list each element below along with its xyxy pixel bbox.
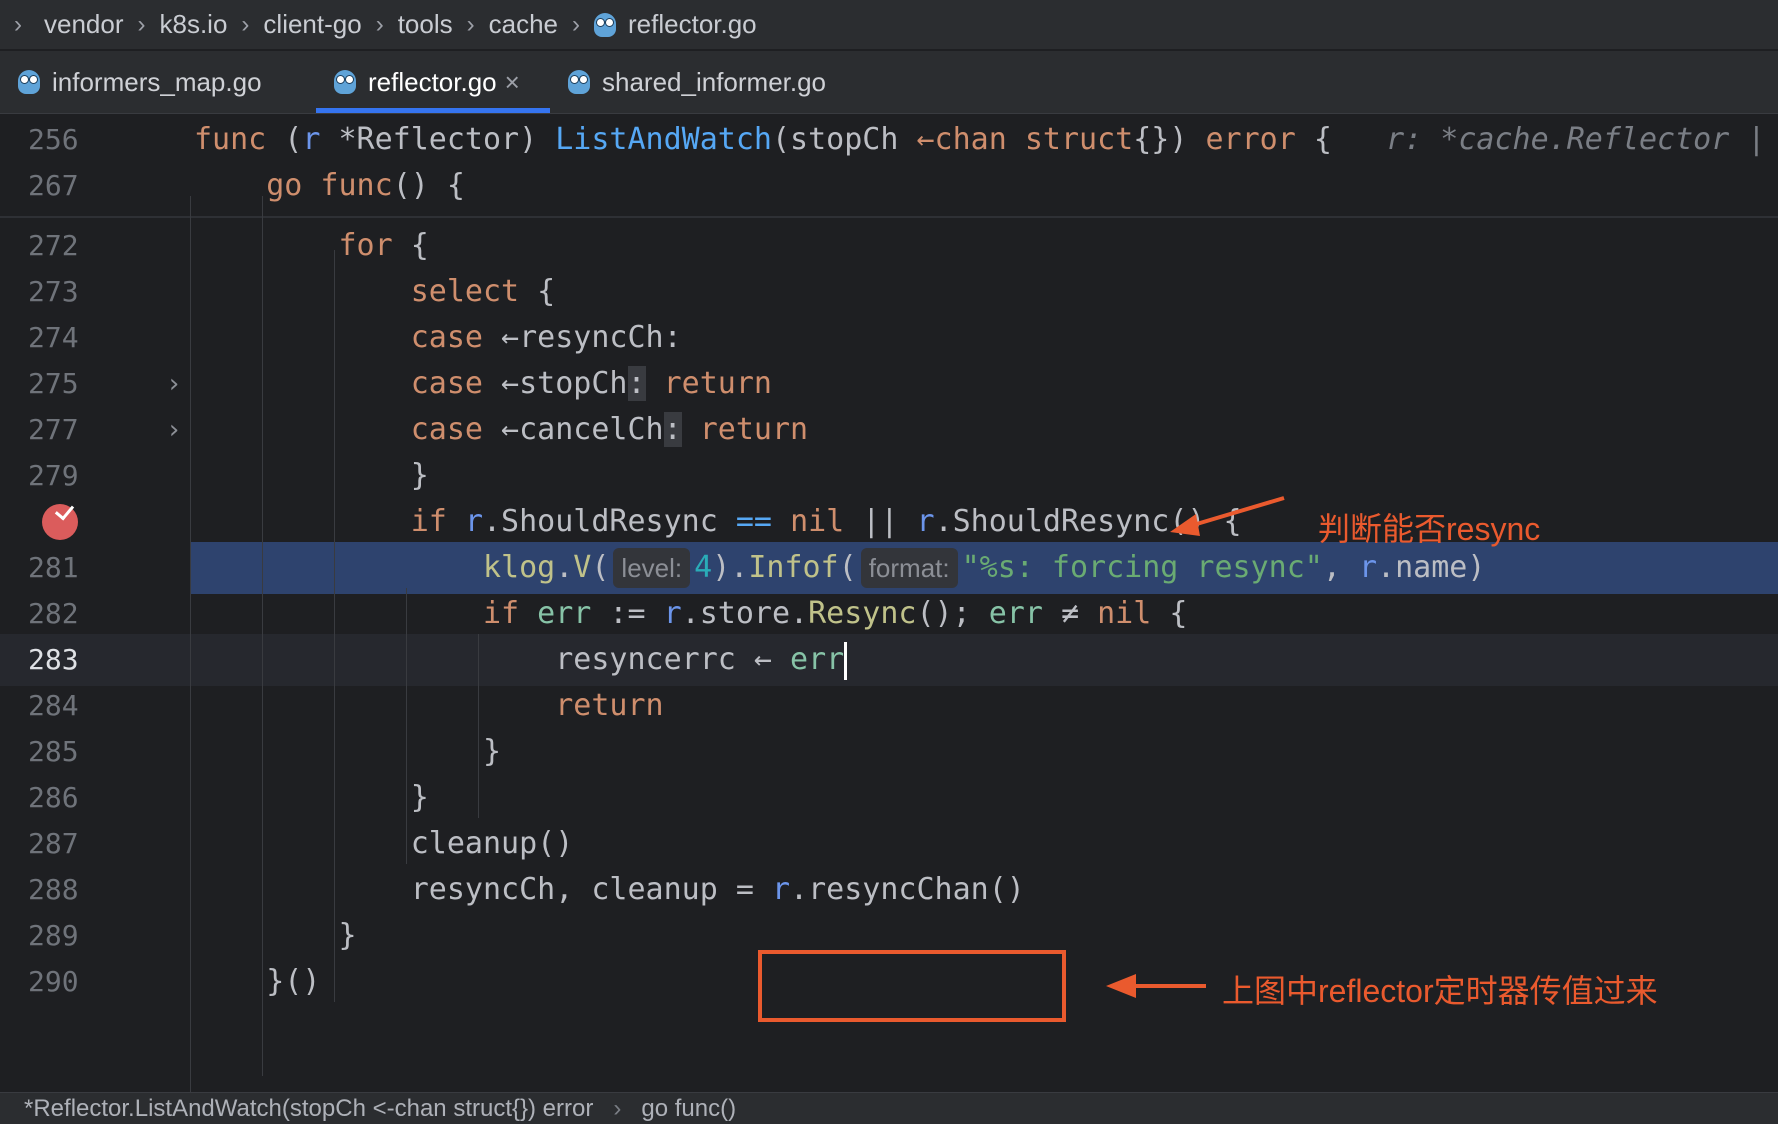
code-text: case ←resyncCh:	[410, 320, 682, 355]
code-line: 282 if err := r.store.Resync(); err ≠ ni…	[0, 588, 1778, 640]
line-number: 277	[28, 413, 79, 446]
go-gopher-icon	[18, 70, 40, 94]
breadcrumb-item-tools[interactable]: tools	[398, 9, 453, 40]
line-number: 286	[28, 781, 79, 814]
chevron-right-icon: ›	[137, 10, 146, 38]
go-gopher-icon	[334, 70, 356, 94]
sticky-line: 256 func (r *Reflector) ListAndWatch(sto…	[0, 114, 1778, 166]
line-number: 283	[28, 643, 79, 676]
chevron-right-icon: ›	[613, 1094, 622, 1122]
code-line: 272 for {	[0, 220, 1778, 272]
sticky-line: 267 go func() {	[0, 160, 1778, 212]
annotation-arrow-bottom	[1106, 974, 1206, 998]
code-text: go func() {	[266, 168, 465, 203]
code-text: func (r *Reflector) ListAndWatch(stopCh …	[194, 122, 1766, 157]
line-number: 275	[28, 367, 79, 400]
breadcrumb-item-file[interactable]: reflector.go	[628, 9, 757, 40]
line-number: 284	[28, 689, 79, 722]
code-text: }	[194, 734, 502, 769]
code-text: }	[194, 458, 429, 493]
breadcrumb-item-cache[interactable]: cache	[489, 9, 558, 40]
go-gopher-icon	[594, 12, 617, 37]
text-caret	[844, 641, 848, 680]
code-line: 277 › case ←cancelCh: return	[0, 404, 1778, 456]
line-number: 282	[28, 597, 79, 630]
code-text: }()	[194, 964, 321, 999]
code-line: 285 }	[0, 726, 1778, 778]
chevron-right-icon: ›	[375, 10, 384, 38]
tab-label: reflector.go	[368, 66, 497, 97]
annotation-top: 判断能否resync	[1318, 511, 1541, 547]
code-line: 286 }	[0, 772, 1778, 824]
code-text: }	[194, 918, 357, 953]
tab-informers-map[interactable]: informers_map.go	[0, 51, 316, 113]
tab-shared-informer[interactable]: shared_informer.go	[550, 51, 880, 113]
tab-label: informers_map.go	[52, 66, 262, 97]
line-number: 289	[28, 919, 79, 952]
tab-reflector[interactable]: reflector.go ×	[316, 51, 550, 113]
code-text: return	[555, 688, 664, 723]
breadcrumb: › vendor › k8s.io › client-go › tools › …	[0, 0, 1778, 50]
breadcrumb-item-k8sio[interactable]: k8s.io	[160, 9, 228, 40]
close-icon[interactable]: ×	[505, 67, 520, 98]
code-line: 274 case ←resyncCh:	[0, 312, 1778, 364]
code-line: 275 › case ←stopCh: return	[0, 358, 1778, 410]
chevron-right-icon: ›	[14, 10, 22, 38]
code-text: cleanup()	[194, 826, 574, 861]
status-scope-inner[interactable]: go func()	[641, 1095, 736, 1123]
line-number: 273	[28, 275, 79, 308]
code-line: 283 resyncerrc ← err	[0, 634, 1778, 686]
line-number: 267	[28, 169, 79, 202]
param-hint: level:	[613, 548, 691, 588]
param-hint: format:	[860, 548, 958, 588]
breadcrumb-item-vendor[interactable]: vendor	[44, 9, 124, 40]
line-number: 290	[28, 965, 79, 998]
annotation-bottom: 上图中reflector定时器传值过来	[1222, 973, 1658, 1009]
type-hint: r: *cache.Reflector |	[1386, 122, 1766, 157]
breakpoint-icon[interactable]	[42, 504, 78, 540]
chevron-right-icon[interactable]: ›	[166, 358, 182, 410]
line-number: 272	[28, 229, 79, 262]
breadcrumb-item-client-go[interactable]: client-go	[263, 9, 361, 40]
sticky-divider	[0, 216, 1778, 218]
code-line: 273 select {	[0, 266, 1778, 318]
tab-label: shared_informer.go	[602, 66, 827, 97]
code-text: if err := r.store.Resync(); err ≠ nil {	[482, 596, 1188, 631]
code-text: case ←cancelCh: return	[410, 412, 809, 447]
chevron-right-icon: ›	[572, 10, 581, 38]
line-number: 274	[28, 321, 79, 354]
code-line: 279 }	[0, 450, 1778, 502]
annotation-arrow-top	[1170, 496, 1285, 536]
code-text: klog.V(level: 4).Infof(format: "%s: forcin…	[194, 542, 1485, 594]
code-editor[interactable]: 256 func (r *Reflector) ListAndWatch(sto…	[0, 114, 1778, 1092]
line-number: 256	[28, 123, 79, 156]
code-line: 284 return	[0, 680, 1778, 732]
line-number: 285	[28, 735, 79, 768]
status-scope-func[interactable]: *Reflector.ListAndWatch(stopCh <-chan st…	[24, 1095, 593, 1123]
status-breadcrumb: *Reflector.ListAndWatch(stopCh <-chan st…	[0, 1092, 1778, 1124]
highlight-box	[758, 950, 1066, 1022]
chevron-right-icon: ›	[466, 10, 475, 38]
chevron-right-icon: ›	[241, 10, 250, 38]
code-text: resyncerrc ← err	[194, 634, 848, 686]
code-line: 288 resyncCh, cleanup = r.resyncChan()	[0, 864, 1778, 916]
code-text: resyncCh, cleanup = r.resyncChan()	[194, 872, 1025, 907]
line-number: 281	[28, 551, 79, 584]
chevron-right-icon[interactable]: ›	[166, 404, 182, 456]
editor-tabs: informers_map.go reflector.go × shared_i…	[0, 51, 1778, 114]
line-number: 287	[28, 827, 79, 860]
code-text: }	[194, 780, 429, 815]
line-number: 279	[28, 459, 79, 492]
code-text: select {	[410, 274, 556, 309]
go-gopher-icon	[568, 70, 590, 94]
code-line: 287 cleanup()	[0, 818, 1778, 870]
code-text: for {	[338, 228, 429, 263]
code-text: case ←stopCh: return	[410, 366, 772, 401]
line-number: 288	[28, 873, 79, 906]
code-text: if r.ShouldResync == nil || r.ShouldResy…	[410, 504, 1242, 539]
